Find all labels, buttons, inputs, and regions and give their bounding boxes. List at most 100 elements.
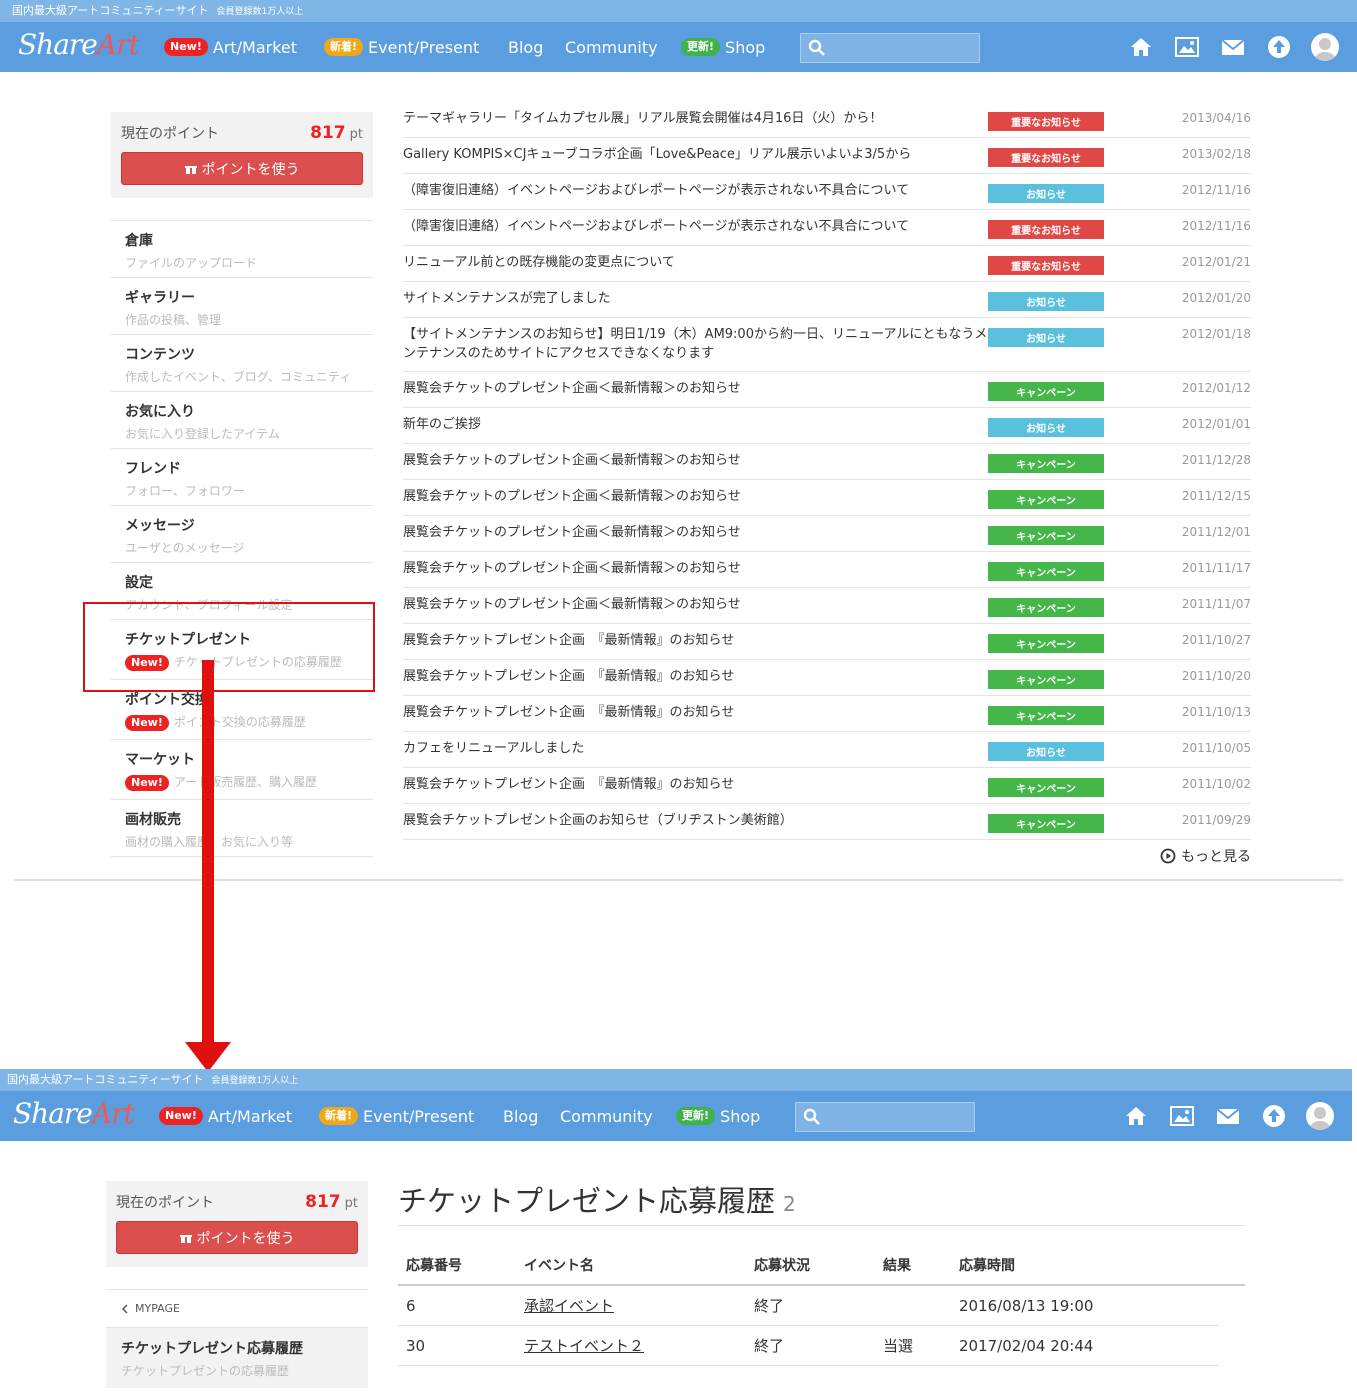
news-date: 2011/10/02 — [1181, 777, 1251, 791]
news-row[interactable]: 展覧会チケットプレゼント企画 『最新情報』のお知らせ キャンペーン 2011/10/… — [403, 624, 1251, 660]
news-title[interactable]: 展覧会チケットのプレゼント企画＜最新情報＞のお知らせ — [403, 451, 988, 470]
news-title[interactable]: 展覧会チケットのプレゼント企画＜最新情報＞のお知らせ — [403, 559, 988, 578]
avatar-icon[interactable] — [1306, 1102, 1334, 1130]
mypage-menu: 倉庫 ファイルのアップロード ギャラリー 作品の投稿、管理 コンテンツ 作成したイベント、… — [111, 220, 373, 857]
news-row[interactable]: 【サイトメンテナンスのお知らせ】明日1/19（木）AM9:00から約一日、リニュ… — [403, 318, 1251, 372]
nav-community[interactable]: Community — [565, 22, 658, 72]
news-title[interactable]: カフェをリニューアルしました — [403, 739, 988, 758]
nav-shop[interactable]: 更新! Shop — [681, 22, 765, 72]
nav-event-present[interactable]: 新着! Event/Present — [324, 22, 479, 72]
news-title[interactable]: Gallery KOMPIS×CJキューブコラボ企画「Love&Peace」リア… — [403, 145, 988, 164]
news-title[interactable]: 展覧会チケットのプレゼント企画＜最新情報＞のお知らせ — [403, 487, 988, 506]
upload-icon[interactable] — [1265, 33, 1293, 61]
news-row[interactable]: （障害復旧連絡）イベントページおよびレポートページが表示されない不具合について重… — [403, 210, 1251, 246]
logo[interactable]: ShareArt — [13, 1097, 135, 1130]
event-link[interactable]: 承認イベント — [524, 1297, 614, 1315]
news-title[interactable]: （障害復旧連絡）イベントページおよびレポートページが表示されない不具合について — [403, 217, 988, 236]
sidebar-item-sub: ユーザとのメッセージ — [125, 541, 245, 555]
news-tag: キャンペーン — [988, 634, 1104, 653]
news-date: 2012/11/16 — [1181, 219, 1251, 233]
tagline-bar: 国内最大級アートコミュニティーサイト 会員登録数1万人以上 — [0, 0, 1357, 22]
mail-icon[interactable] — [1219, 33, 1247, 61]
nav-blog[interactable]: Blog — [508, 22, 543, 72]
news-title[interactable]: 展覧会チケットのプレゼント企画＜最新情報＞のお知らせ — [403, 523, 988, 542]
news-row[interactable]: 新年のご挨拶 お知らせ 2012/01/01 — [403, 408, 1251, 444]
news-title[interactable]: 展覧会チケットプレゼント企画 『最新情報』のお知らせ — [403, 703, 988, 722]
news-row[interactable]: サイトメンテナンスが完了しました お知らせ 2012/01/20 — [403, 282, 1251, 318]
news-title[interactable]: 展覧会チケットプレゼント企画 『最新情報』のお知らせ — [403, 631, 988, 650]
news-title[interactable]: 展覧会チケットのプレゼント企画＜最新情報＞のお知らせ — [403, 595, 988, 614]
news-tag: キャンペーン — [988, 778, 1104, 797]
logo[interactable]: ShareArt — [18, 28, 140, 61]
news-title[interactable]: 展覧会チケットプレゼント企画のお知らせ（ブリヂストン美術館） — [403, 811, 988, 830]
nav-blog[interactable]: Blog — [503, 1091, 538, 1141]
news-date: 2012/01/01 — [1181, 417, 1251, 431]
news-title[interactable]: リニューアル前との既存機能の変更点について — [403, 253, 988, 272]
news-row[interactable]: 展覧会チケットのプレゼント企画＜最新情報＞のお知らせ キャンペーン 2011/12/… — [403, 480, 1251, 516]
news-row[interactable]: 展覧会チケットプレゼント企画のお知らせ（ブリヂストン美術館） キャンペーン 2011… — [403, 804, 1251, 840]
news-row[interactable]: カフェをリニューアルしました お知らせ 2011/10/05 — [403, 732, 1251, 768]
news-tag: キャンペーン — [988, 526, 1104, 545]
sidebar-item[interactable]: お気に入り お気に入り登録したアイテム — [111, 392, 373, 449]
avatar-icon[interactable] — [1311, 33, 1339, 61]
news-title[interactable]: 展覧会チケットのプレゼント企画＜最新情報＞のお知らせ — [403, 379, 988, 398]
home-icon[interactable] — [1127, 33, 1155, 61]
upload-icon[interactable] — [1260, 1102, 1288, 1130]
news-row[interactable]: Gallery KOMPIS×CJキューブコラボ企画「Love&Peace」リア… — [403, 138, 1251, 174]
news-title[interactable]: テーマギャラリー「タイムカプセル展」リアル展覧会開催は4月16日（火）から！ — [403, 109, 988, 128]
news-title[interactable]: 展覧会チケットプレゼント企画 『最新情報』のお知らせ — [403, 775, 988, 794]
nav-art-market[interactable]: New! Art/Market — [159, 1091, 292, 1141]
news-row[interactable]: 展覧会チケットのプレゼント企画＜最新情報＞のお知らせ キャンペーン 2011/12/… — [403, 516, 1251, 552]
gallery-icon[interactable] — [1173, 33, 1201, 61]
arrow-head — [185, 1042, 231, 1072]
nav-event-present[interactable]: 新着! Event/Present — [319, 1091, 474, 1141]
sidebar-item[interactable]: メッセージユーザとのメッセージ — [111, 506, 373, 563]
news-tag: 重要なお知らせ — [988, 220, 1104, 239]
sidebar-item-title: メッセージ — [125, 518, 195, 534]
news-row[interactable]: 展覧会チケットのプレゼント企画＜最新情報＞のお知らせ キャンペーン 2011/11/… — [403, 552, 1251, 588]
more-link[interactable]: もっと見る — [403, 846, 1251, 866]
home-icon[interactable] — [1122, 1102, 1150, 1130]
use-points-button[interactable]: ポイントを使う — [121, 152, 363, 185]
sidebar-item[interactable]: コンテンツ 作成したイベント、ブログ、コミュニティ — [111, 335, 373, 392]
news-row[interactable]: 展覧会チケットプレゼント企画 『最新情報』のお知らせ キャンペーン 2011/10/… — [403, 768, 1251, 804]
search-input[interactable] — [795, 1102, 975, 1132]
news-row[interactable]: 展覧会チケットプレゼント企画 『最新情報』のお知らせ キャンペーン 2011/10/… — [403, 660, 1251, 696]
new-badge: New! — [125, 715, 169, 731]
points-value: 817 pt — [310, 123, 363, 143]
nav-community[interactable]: Community — [560, 1091, 653, 1141]
sidebar-item[interactable]: 倉庫 ファイルのアップロード — [111, 221, 373, 278]
news-row[interactable]: 展覧会チケットプレゼント企画 『最新情報』のお知らせ キャンペーン 2011/10/… — [403, 696, 1251, 732]
news-list: テーマギャラリー「タイムカプセル展」リアル展覧会開催は4月16日（火）から！ 重要… — [403, 102, 1251, 866]
event-link[interactable]: テストイベント２ — [524, 1337, 644, 1355]
sidebar-item[interactable]: 画材販売画材の購入履歴、お気に入り等 — [111, 800, 373, 857]
sidebar-item[interactable]: ギャラリー 作品の投稿、管理 — [111, 278, 373, 335]
sidebar-item[interactable]: マーケット New! アート販売履歴、購入履歴 — [111, 740, 373, 800]
news-row[interactable]: 展覧会チケットのプレゼント企画＜最新情報＞のお知らせ キャンペーン 2011/12/… — [403, 444, 1251, 480]
search-input[interactable] — [800, 33, 980, 63]
news-title[interactable]: 新年のご挨拶 — [403, 415, 988, 434]
sidebar-item[interactable]: フレンド フォロー、フォロワー — [111, 449, 373, 506]
news-tag: お知らせ — [988, 418, 1104, 437]
use-points-button[interactable]: ポイントを使う — [116, 1221, 358, 1254]
sidebar-item-sub: New! ポイント交換の応募履歴 — [125, 713, 359, 731]
news-row[interactable]: テーマギャラリー「タイムカプセル展」リアル展覧会開催は4月16日（火）から！ 重要… — [403, 102, 1251, 138]
new-badge: New! — [125, 775, 169, 791]
news-title[interactable]: 【サイトメンテナンスのお知らせ】明日1/19（木）AM9:00から約一日、リニュ… — [403, 325, 988, 363]
news-title[interactable]: サイトメンテナンスが完了しました — [403, 289, 988, 308]
gallery-icon[interactable] — [1168, 1102, 1196, 1130]
news-tag: キャンペーン — [988, 490, 1104, 509]
mail-icon[interactable] — [1214, 1102, 1242, 1130]
nav-art-market[interactable]: New! Art/Market — [164, 22, 297, 72]
nav-shop[interactable]: 更新! Shop — [676, 1091, 760, 1141]
news-row[interactable]: （障害復旧連絡）イベントページおよびレポートページが表示されない不具合についてお… — [403, 174, 1251, 210]
news-row[interactable]: 展覧会チケットのプレゼント企画＜最新情報＞のお知らせ キャンペーン 2012/01/… — [403, 372, 1251, 408]
news-title[interactable]: （障害復旧連絡）イベントページおよびレポートページが表示されない不具合について — [403, 181, 988, 200]
news-row[interactable]: リニューアル前との既存機能の変更点について 重要なお知らせ 2012/01/21 — [403, 246, 1251, 282]
main-navbar: ShareArt New! Art/Market 新着! Event/Present… — [0, 22, 1357, 72]
back-to-mypage[interactable]: MYPAGE — [106, 1290, 368, 1328]
current-menu-item[interactable]: チケットプレゼント応募履歴 チケットプレゼントの応募履歴 — [106, 1328, 368, 1388]
news-title[interactable]: 展覧会チケットプレゼント企画 『最新情報』のお知らせ — [403, 667, 988, 686]
news-row[interactable]: 展覧会チケットのプレゼント企画＜最新情報＞のお知らせ キャンペーン 2011/11/… — [403, 588, 1251, 624]
member-count: 会員登録数1万人以上 — [216, 7, 304, 17]
